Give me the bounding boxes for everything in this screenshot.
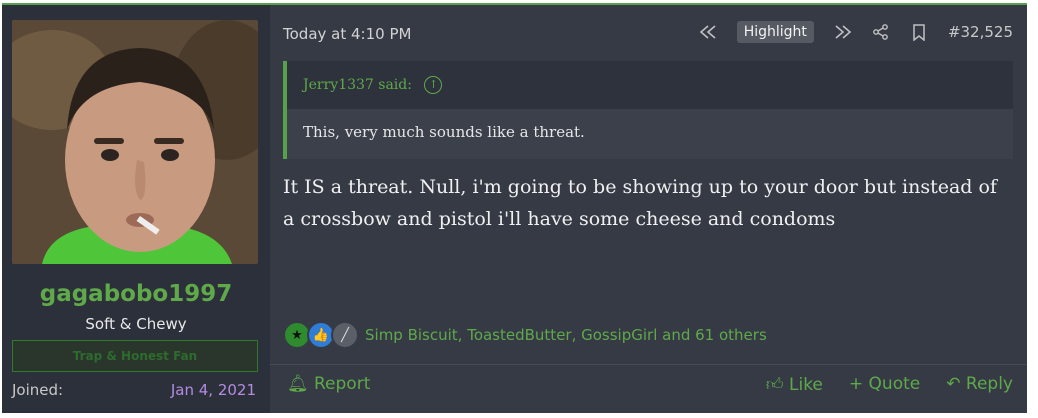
footer-actions: 👍︎ Like + Quote ↶ Reply [740,374,1013,395]
reply-button[interactable]: ↶ Reply [946,374,1013,395]
post-actions: Highlight #32,525 [679,21,1013,43]
reactions-bar[interactable]: ★ 👍 ╱ Simp Biscuit, ToastedButter, Gossi… [283,321,767,349]
fast-forward-icon[interactable] [834,23,852,41]
reply-arrow-icon: ↶ [946,374,961,394]
like-button[interactable]: 👍︎ Like [766,374,823,395]
post-timestamp[interactable]: Today at 4:10 PM [283,25,411,43]
avatar[interactable] [12,20,258,264]
message-body: It IS a threat. Null, i'm going to be sh… [283,176,997,230]
joined-label: Joined: [12,381,64,399]
user-banner: Trap & Honest Fan [12,340,258,372]
quote-button[interactable]: + Quote [849,374,920,395]
quote-block: Jerry1337 said: ↑ This, very much sounds… [283,61,1013,159]
reaction-users[interactable]: Simp Biscuit, ToastedButter, GossipGirl … [365,326,767,344]
highlight-button[interactable]: Highlight [736,21,814,43]
pin-reaction-icon: ╱ [331,321,359,349]
user-column: gagabobo1997 Soft & Chewy Trap & Honest … [2,5,270,413]
bookmark-icon[interactable] [910,23,928,41]
user-title: Soft & Chewy [85,315,187,333]
report-label: Report [314,374,371,394]
report-button[interactable]: 🔔︎ Report [287,374,370,394]
thumbs-up-icon: 👍︎ [765,375,784,395]
post-number[interactable]: #32,525 [948,23,1013,41]
quote-text: This, very much sounds like a threat. [287,109,1013,159]
quote-header[interactable]: Jerry1337 said: ↑ [287,61,1013,109]
username[interactable]: gagabobo1997 [2,281,270,307]
arrow-up-circle-icon[interactable]: ↑ [424,76,443,94]
rewind-icon[interactable] [699,23,717,41]
share-icon[interactable] [872,23,890,41]
reply-label: Reply [965,374,1013,394]
post-container: gagabobo1997 Soft & Chewy Trap & Honest … [2,3,1027,413]
footer-divider [270,364,1027,365]
quote-author[interactable]: Jerry1337 said: [303,77,412,93]
bell-icon: 🔔︎ [287,374,309,394]
like-label: Like [789,375,823,395]
joined-date: Jan 4, 2021 [170,381,256,399]
